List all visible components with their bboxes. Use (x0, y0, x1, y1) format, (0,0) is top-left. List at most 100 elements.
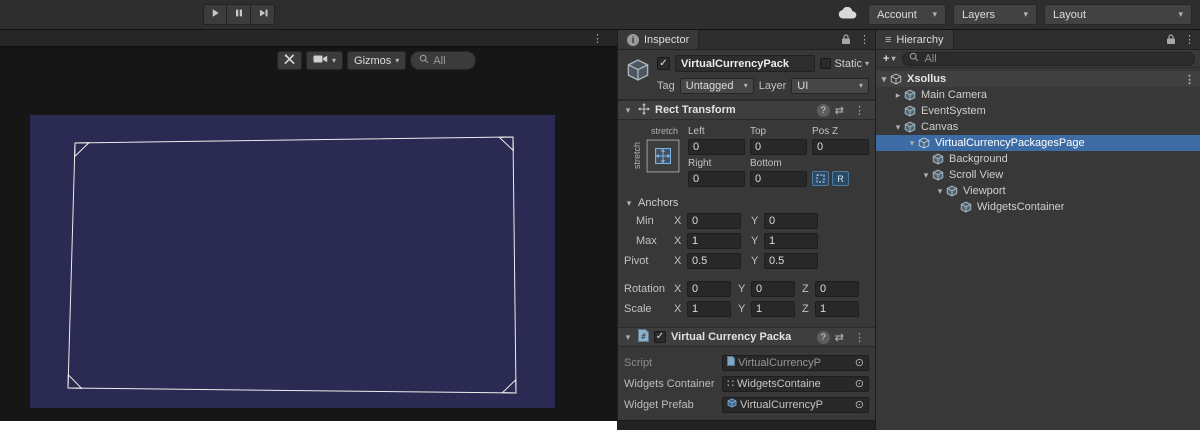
step-button[interactable] (251, 4, 275, 25)
layout-dropdown[interactable]: Layout ▾ (1044, 4, 1192, 25)
kebab-menu-icon[interactable]: ⋮ (587, 32, 608, 45)
cloud-services-button[interactable] (833, 4, 861, 25)
foldout-open-icon[interactable]: ▾ (623, 332, 633, 343)
play-button[interactable] (203, 4, 227, 25)
help-icon[interactable]: ? (817, 104, 830, 117)
toolbar-right-group: Account ▾ Layers ▾ Layout ▾ (833, 4, 1192, 25)
gizmos-dropdown[interactable]: Gizmos ▾ (347, 51, 406, 70)
static-toggle[interactable]: Static ▾ (820, 58, 869, 70)
foldout-open-icon[interactable]: ▾ (623, 105, 633, 116)
anchors-max-row: Max X 1 Y 1 (624, 231, 869, 251)
help-icon[interactable]: ? (817, 331, 830, 344)
hierarchy-item-eventsystem[interactable]: EventSystem (876, 103, 1200, 119)
object-reference-value: VirtualCurrencyP (738, 357, 850, 369)
kebab-menu-icon[interactable]: ⋮ (1179, 73, 1200, 86)
hierarchy-item-label: VirtualCurrencyPackagesPage (935, 137, 1085, 149)
blueprint-mode-toggle[interactable] (812, 171, 829, 186)
rotation-x-input[interactable]: 0 (687, 281, 731, 297)
active-checkbox[interactable]: ✓ (657, 57, 670, 70)
anchor-preset-button[interactable] (646, 139, 680, 176)
object-picker-icon[interactable]: ⊙ (853, 377, 866, 390)
chevron-down-icon: ▾ (332, 56, 336, 65)
lock-icon[interactable] (838, 30, 854, 49)
anchors-min-x-input[interactable]: 0 (687, 213, 741, 229)
gameobject-icon (903, 120, 917, 134)
tab-hierarchy[interactable]: ≡ Hierarchy (876, 30, 954, 49)
scene-tools-button[interactable] (277, 51, 302, 70)
hierarchy-tab-icon: ≡ (885, 34, 891, 46)
pos-z-input[interactable]: 0 (812, 139, 869, 155)
script-object-field[interactable]: VirtualCurrencyP ⊙ (722, 355, 869, 371)
kebab-menu-icon[interactable]: ⋮ (1179, 30, 1200, 49)
anchors-min-y-input[interactable]: 0 (764, 213, 818, 229)
widgets-container-field[interactable]: ∷ WidgetsContaine ⊙ (722, 376, 869, 392)
camera-icon (313, 54, 328, 67)
foldout-open-icon[interactable]: ▾ (624, 198, 634, 209)
static-checkbox[interactable] (820, 58, 831, 69)
axis-z-label: Z (802, 283, 815, 295)
object-picker-icon[interactable]: ⊙ (853, 356, 866, 369)
rect-transform-header[interactable]: ▾ Rect Transform ? ⇄ ⋮ (618, 100, 875, 120)
gameobject-name-field[interactable]: VirtualCurrencyPack (675, 55, 815, 72)
hierarchy-panel: ≡ Hierarchy ⋮ + ▾ All ▾ Xsollus ⋮ (875, 30, 1200, 430)
lock-icon[interactable] (1163, 30, 1179, 49)
object-reference-value: VirtualCurrencyP (740, 399, 850, 411)
scale-x-input[interactable]: 1 (687, 301, 731, 317)
scene-search-input[interactable]: All (410, 51, 476, 70)
scale-z-input[interactable]: 1 (815, 301, 859, 317)
tab-inspector[interactable]: i Inspector (618, 30, 699, 49)
anchors-foldout[interactable]: ▾ Anchors (624, 195, 869, 211)
widget-prefab-field[interactable]: VirtualCurrencyP ⊙ (722, 397, 869, 413)
tag-dropdown[interactable]: Untagged ▾ (680, 78, 754, 94)
hierarchy-item-background[interactable]: Background (876, 151, 1200, 167)
scene-view-header: ⋮ (0, 30, 617, 47)
bottom-input[interactable]: 0 (750, 171, 807, 187)
raw-edit-mode-toggle[interactable]: R (832, 171, 849, 186)
kebab-menu-icon[interactable]: ⋮ (849, 104, 870, 117)
object-picker-icon[interactable]: ⊙ (853, 398, 866, 411)
axis-x-label: X (674, 235, 687, 247)
component-enabled-checkbox[interactable]: ✓ (654, 331, 666, 343)
create-object-button[interactable]: + ▾ (881, 53, 897, 65)
layer-dropdown[interactable]: UI ▾ (791, 78, 869, 94)
left-input[interactable]: 0 (688, 139, 745, 155)
presets-icon[interactable]: ⇄ (835, 104, 844, 117)
foldout-closed-icon[interactable]: ▸ (893, 90, 903, 101)
kebab-menu-icon[interactable]: ⋮ (854, 30, 875, 49)
hierarchy-item-canvas[interactable]: ▾ Canvas (876, 119, 1200, 135)
script-component-header[interactable]: ▾ # ✓ Virtual Currency Packa ? ⇄ ⋮ (618, 327, 875, 347)
kebab-menu-icon[interactable]: ⋮ (849, 331, 870, 344)
anchors-max-x-input[interactable]: 1 (687, 233, 741, 249)
foldout-open-icon[interactable]: ▾ (893, 122, 903, 133)
foldout-open-icon[interactable]: ▾ (921, 170, 931, 181)
hierarchy-item-xsollus[interactable]: ▾ Xsollus ⋮ (876, 71, 1200, 87)
scene-camera-button[interactable]: ▾ (306, 51, 343, 70)
hierarchy-item-virtualcurrencypackagespage[interactable]: ▾ VirtualCurrencyPackagesPage (876, 135, 1200, 151)
pivot-y-input[interactable]: 0.5 (764, 253, 818, 269)
rotation-z-input[interactable]: 0 (815, 281, 859, 297)
anchors-max-y-input[interactable]: 1 (764, 233, 818, 249)
layers-dropdown[interactable]: Layers ▾ (953, 4, 1037, 25)
hierarchy-item-main-camera[interactable]: ▸ Main Camera (876, 87, 1200, 103)
foldout-open-icon[interactable]: ▾ (935, 186, 945, 197)
hierarchy-item-viewport[interactable]: ▾ Viewport (876, 183, 1200, 199)
foldout-open-icon[interactable]: ▾ (879, 74, 889, 85)
ui-canvas-region[interactable] (30, 115, 555, 408)
hierarchy-search-input[interactable]: All (902, 52, 1195, 66)
pause-button[interactable] (227, 4, 251, 25)
rotation-y-input[interactable]: 0 (751, 281, 795, 297)
gameobject-icon (903, 88, 917, 102)
hierarchy-item-scroll-view[interactable]: ▾ Scroll View (876, 167, 1200, 183)
account-dropdown[interactable]: Account ▾ (868, 4, 946, 25)
scale-y-input[interactable]: 1 (751, 301, 795, 317)
pivot-label: Pivot (624, 255, 674, 267)
presets-icon[interactable]: ⇄ (835, 331, 844, 344)
hierarchy-item-label: Canvas (921, 121, 958, 133)
top-input[interactable]: 0 (750, 139, 807, 155)
right-input[interactable]: 0 (688, 171, 745, 187)
hierarchy-item-widgetscontainer[interactable]: WidgetsContainer (876, 199, 1200, 215)
foldout-open-icon[interactable]: ▾ (907, 138, 917, 149)
bottom-strip (0, 421, 617, 430)
chevron-down-icon: ▾ (859, 81, 863, 90)
pivot-x-input[interactable]: 0.5 (687, 253, 741, 269)
